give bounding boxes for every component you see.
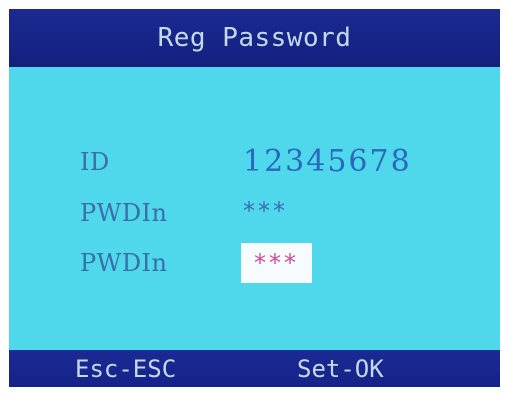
- footer-bar: Esc-ESC Set-OK: [9, 350, 500, 387]
- device-screen: Reg Password ID 12345678 PWDIn *** PWDIn…: [9, 9, 500, 387]
- form-panel: ID 12345678 PWDIn *** PWDIn ***: [9, 67, 500, 350]
- ok-button[interactable]: Set-OK: [297, 355, 384, 383]
- confirm-password-field[interactable]: ***: [241, 243, 312, 283]
- page-title: Reg Password: [157, 23, 352, 53]
- title-bar: Reg Password: [9, 9, 500, 67]
- id-value[interactable]: 12345678: [243, 144, 412, 179]
- confirm-password-row[interactable]: PWDIn ***: [9, 243, 500, 289]
- esc-button[interactable]: Esc-ESC: [75, 355, 176, 383]
- id-label: ID: [80, 148, 110, 176]
- id-row[interactable]: ID 12345678: [9, 142, 500, 188]
- password-row[interactable]: PWDIn ***: [9, 193, 500, 239]
- password-label: PWDIn: [80, 199, 168, 227]
- password-field[interactable]: ***: [243, 197, 288, 225]
- confirm-password-label: PWDIn: [80, 249, 168, 277]
